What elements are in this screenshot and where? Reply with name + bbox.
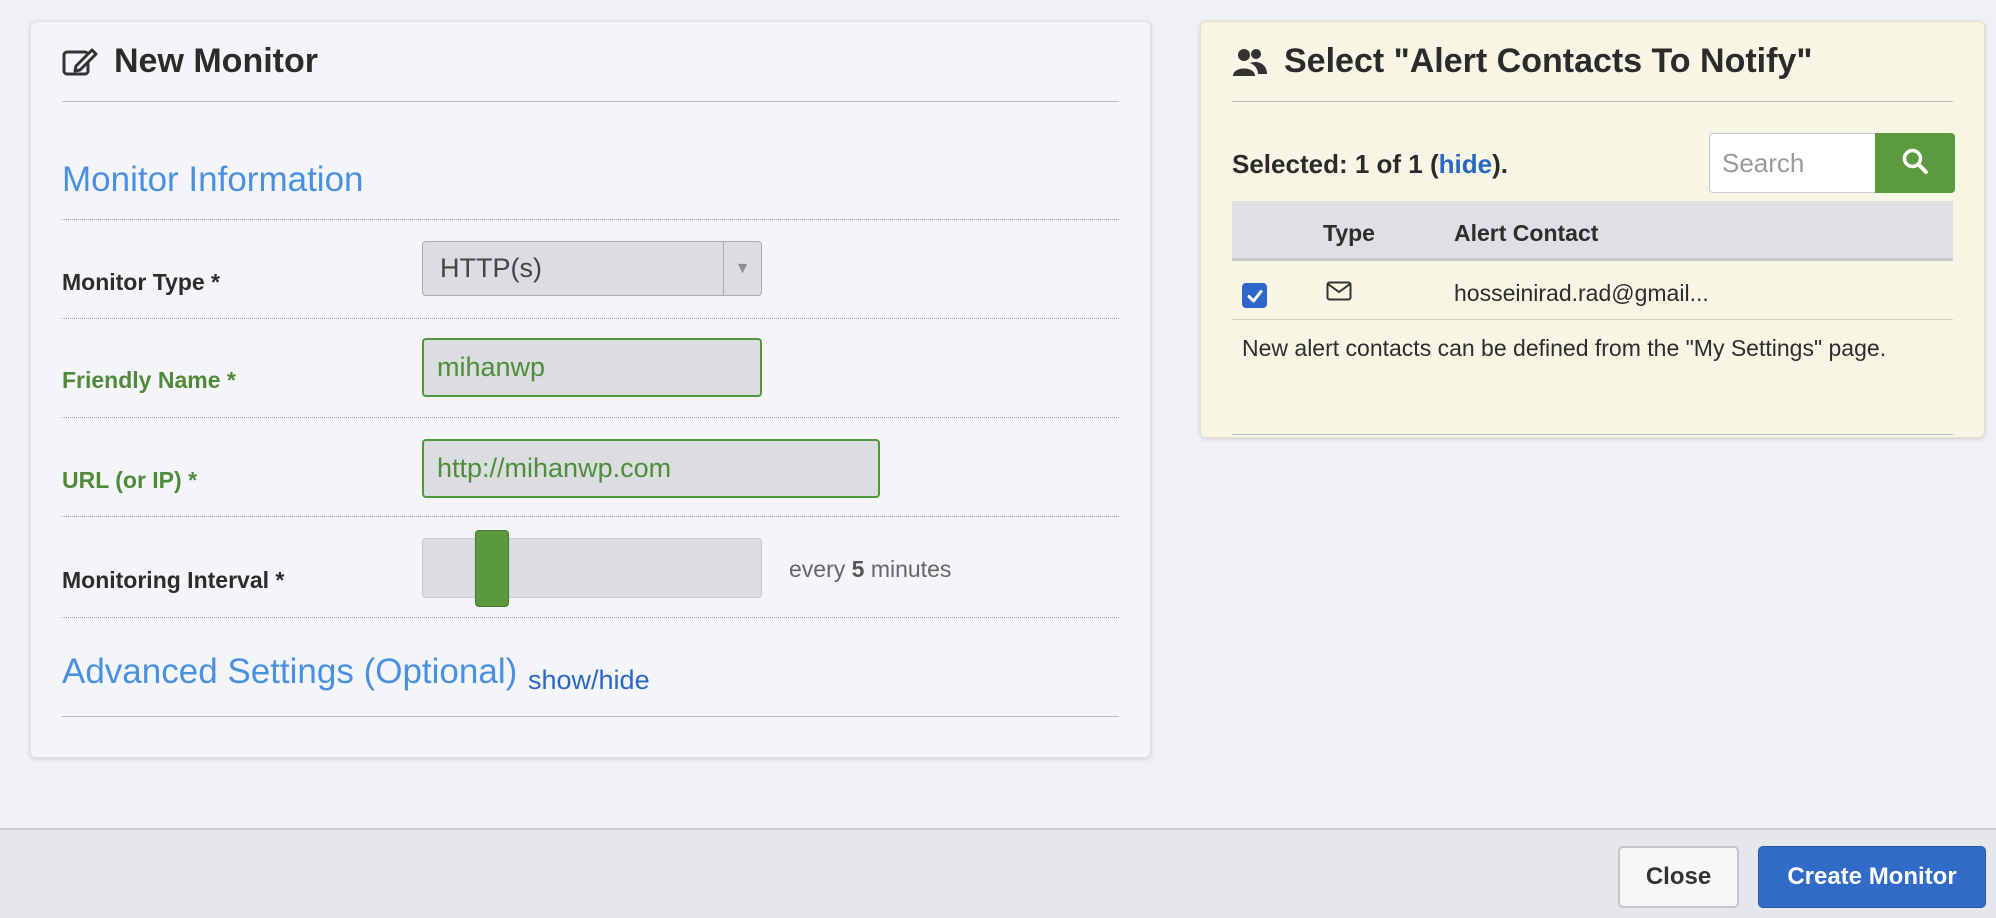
monitoring-interval-label: Monitoring Interval * (62, 567, 285, 593)
create-monitor-button[interactable]: Create Monitor (1758, 846, 1986, 908)
divider (62, 617, 1119, 618)
friendly-name-label: Friendly Name * (62, 367, 236, 393)
users-icon (1232, 44, 1268, 80)
divider (62, 417, 1119, 418)
selected-count: Selected: 1 of 1 (hide). (1232, 149, 1508, 180)
hide-link[interactable]: hide (1439, 149, 1492, 179)
column-alert-contact: Alert Contact (1454, 220, 1599, 246)
table-row: hosseinirad.rad@gmail... (1232, 263, 1953, 320)
interval-prefix: every (789, 556, 846, 582)
panel-title: Select "Alert Contacts To Notify" (1284, 42, 1813, 80)
interval-suffix: minutes (870, 556, 952, 582)
selected-suffix: ). (1492, 149, 1508, 179)
monitor-information-heading: Monitor Information (62, 160, 364, 199)
divider (62, 716, 1119, 717)
chevron-down-icon[interactable]: ▼ (723, 242, 761, 295)
alert-contacts-note: New alert contacts can be defined from t… (1242, 335, 1887, 361)
divider (62, 219, 1119, 220)
advanced-settings-toggle[interactable]: show/hide (528, 665, 650, 696)
contact-email: hosseinirad.rad@gmail... (1454, 280, 1709, 306)
new-monitor-panel: New Monitor Monitor Information Monitor … (30, 21, 1151, 758)
contacts-table-header: Type Alert Contact (1232, 201, 1953, 261)
monitor-type-select[interactable]: HTTP(s) ▼ (422, 241, 762, 296)
close-button[interactable]: Close (1618, 846, 1739, 908)
column-type: Type (1323, 220, 1375, 246)
contact-checkbox[interactable] (1242, 283, 1267, 308)
modal-footer: Close Create Monitor (0, 828, 1996, 918)
alert-contacts-panel: Select "Alert Contacts To Notify" Select… (1200, 21, 1985, 438)
selected-prefix: Selected: 1 of 1 ( (1232, 149, 1439, 179)
interval-readout: every 5 minutes (789, 556, 951, 583)
divider (1232, 434, 1953, 435)
search-icon (1901, 147, 1929, 180)
advanced-settings-heading: Advanced Settings (Optional) (62, 652, 518, 691)
slider-handle[interactable] (475, 530, 509, 607)
interval-value: 5 (851, 556, 865, 582)
edit-icon (62, 44, 98, 80)
mail-icon (1326, 281, 1352, 306)
monitoring-interval-slider[interactable] (422, 530, 762, 607)
divider (62, 516, 1119, 517)
search-input[interactable]: Search (1709, 133, 1876, 193)
url-input[interactable]: http://mihanwp.com (422, 439, 880, 498)
monitor-type-value: HTTP(s) (440, 253, 542, 283)
divider (62, 318, 1119, 319)
friendly-name-input[interactable]: mihanwp (422, 338, 762, 397)
new-monitor-header: New Monitor (62, 22, 1119, 102)
panel-title: New Monitor (114, 42, 318, 80)
monitor-type-label: Monitor Type * (62, 269, 221, 295)
alert-contacts-header: Select "Alert Contacts To Notify" (1232, 22, 1953, 102)
url-label: URL (or IP) * (62, 467, 198, 493)
search-button[interactable] (1875, 133, 1955, 193)
